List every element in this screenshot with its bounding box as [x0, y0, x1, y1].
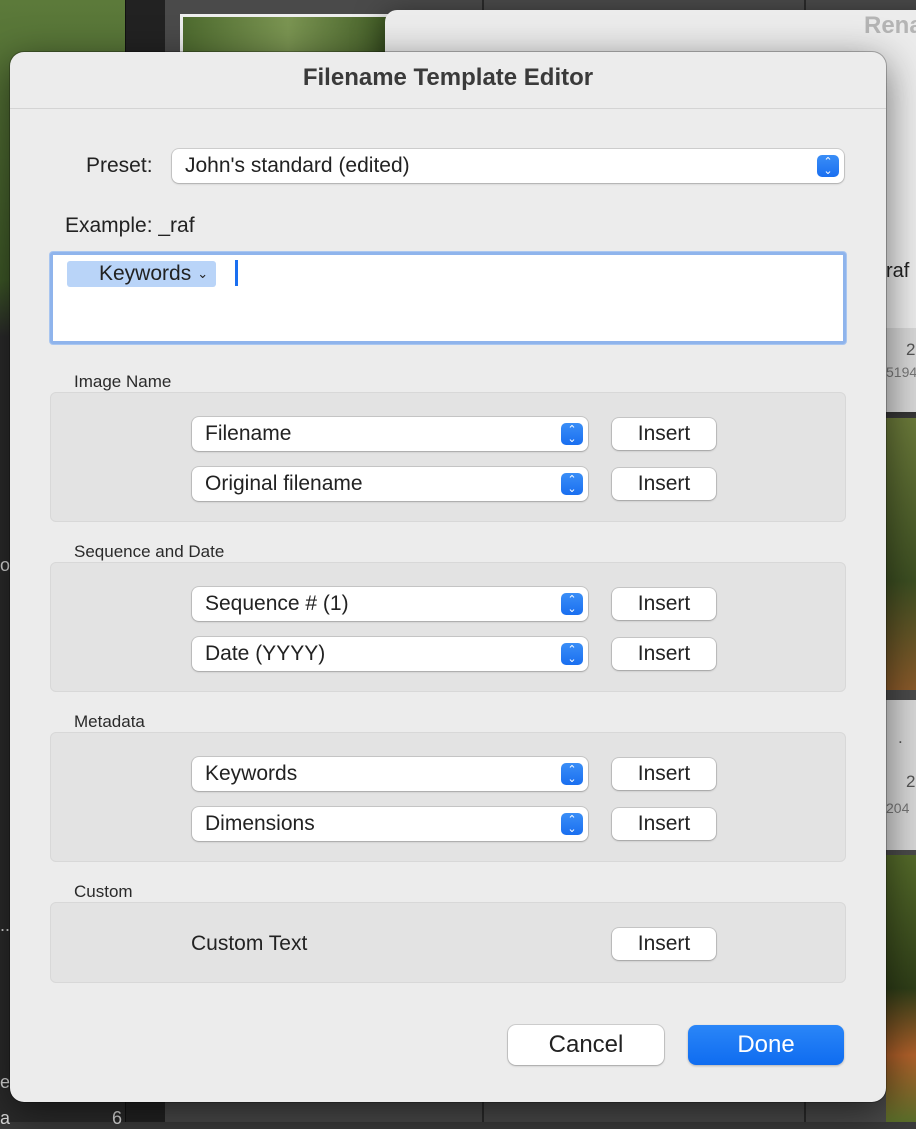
grid-line: [804, 1102, 806, 1122]
background-left-text: a: [0, 1108, 11, 1128]
popup-value: Dimensions: [205, 812, 315, 835]
background-left-text: 6: [112, 1108, 123, 1128]
up-down-stepper-icon: ⌃ ⌄: [817, 155, 839, 177]
section-label-metadata: Metadata: [74, 712, 145, 731]
keywords-token[interactable]: Keywords ⌄: [67, 261, 217, 287]
popup-value: Original filename: [205, 472, 363, 495]
keywords-popup[interactable]: Keywords ⌃ ⌄: [192, 757, 588, 791]
section-metadata: Keywords ⌃ ⌄ Insert Dimensions ⌃ ⌄ Insert: [50, 732, 846, 862]
rename-dialog-title: Rena: [864, 12, 916, 39]
dialog-title: Filename Template Editor: [302, 64, 594, 91]
insert-button[interactable]: Insert: [612, 588, 716, 620]
custom-text-label: Custom Text: [191, 932, 308, 955]
cancel-button[interactable]: Cancel: [508, 1025, 664, 1065]
up-down-stepper-icon: ⌃ ⌄: [561, 593, 583, 615]
up-down-stepper-icon: ⌃ ⌄: [561, 763, 583, 785]
template-token-field[interactable]: Keywords ⌄: [50, 252, 846, 344]
insert-button[interactable]: Insert: [612, 758, 716, 790]
section-label-custom: Custom: [74, 882, 133, 901]
section-label-sequence-date: Sequence and Date: [74, 542, 225, 561]
preset-label: Preset:: [86, 154, 153, 177]
up-down-stepper-icon: ⌃ ⌄: [561, 423, 583, 445]
background-photo: [886, 418, 916, 690]
section-image-name: Filename ⌃ ⌄ Insert Original filename ⌃ ⌄ …: [50, 392, 846, 522]
section-sequence-date: Sequence # (1) ⌃ ⌄ Insert Date (YYYY) ⌃ ⌄ …: [50, 562, 846, 692]
insert-button[interactable]: Insert: [612, 418, 716, 450]
background-photo: [886, 855, 916, 1122]
preset-value: John's standard (edited): [185, 154, 410, 177]
example-label: Example: _raf: [65, 214, 195, 237]
title-separator: [10, 108, 886, 109]
section-label-image-name: Image Name: [74, 372, 172, 391]
popup-value: Keywords: [205, 762, 298, 785]
cell-name: 204: [886, 800, 910, 816]
preset-popup[interactable]: John's standard (edited) ⌃ ⌄: [172, 149, 844, 183]
done-button[interactable]: Done: [688, 1025, 844, 1065]
insert-button[interactable]: Insert: [612, 808, 716, 840]
cell-index: 2: [906, 772, 916, 791]
cell-index: 2: [906, 340, 916, 359]
popup-value: Date (YYYY): [205, 642, 326, 665]
date-popup[interactable]: Date (YYYY) ⌃ ⌄: [192, 637, 588, 671]
text-caret: [235, 260, 238, 286]
image-name-popup-1[interactable]: Filename ⌃ ⌄: [192, 417, 588, 451]
background-cell: . 2 204: [886, 700, 916, 850]
chevron-down-icon: ⌄: [197, 266, 209, 281]
popup-value: Filename: [205, 422, 292, 445]
cell-dot: .: [898, 728, 903, 747]
section-custom: Custom Text Insert: [50, 902, 846, 983]
popup-value: Sequence # (1): [205, 592, 349, 615]
dimensions-popup[interactable]: Dimensions ⌃ ⌄: [192, 807, 588, 841]
background-left-text: e: [0, 1072, 11, 1092]
token-label: Keywords: [99, 262, 192, 285]
filename-template-editor-dialog: Filename Template Editor Preset: John's …: [10, 52, 886, 1102]
sequence-popup[interactable]: Sequence # (1) ⌃ ⌄: [192, 587, 588, 621]
insert-button[interactable]: Insert: [612, 468, 716, 500]
up-down-stepper-icon: ⌃ ⌄: [561, 813, 583, 835]
cell-name: 5194: [886, 364, 916, 380]
background-cell: 2 5194: [886, 328, 916, 412]
grid-line: [482, 1102, 484, 1122]
insert-button[interactable]: Insert: [612, 638, 716, 670]
up-down-stepper-icon: ⌃ ⌄: [561, 643, 583, 665]
image-name-popup-2[interactable]: Original filename ⌃ ⌄: [192, 467, 588, 501]
insert-button[interactable]: Insert: [612, 928, 716, 960]
up-down-stepper-icon: ⌃ ⌄: [561, 473, 583, 495]
rename-dialog-example-text: raf: [886, 260, 910, 282]
